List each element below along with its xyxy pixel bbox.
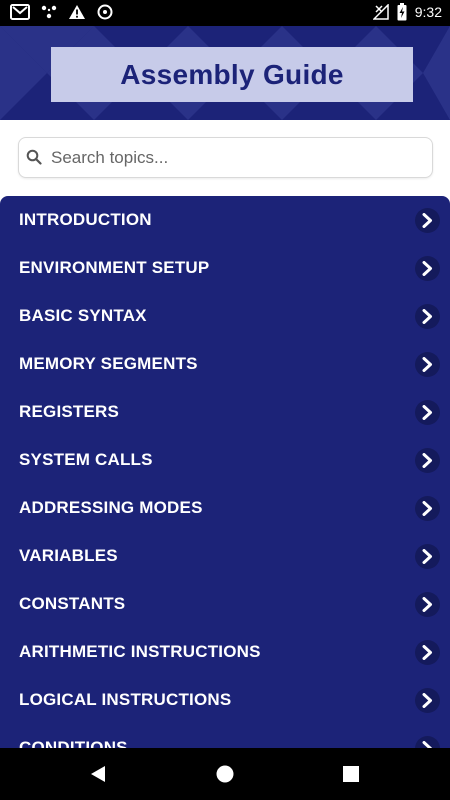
search-icon: [26, 149, 42, 170]
back-icon[interactable]: [89, 764, 107, 789]
topic-label: INTRODUCTION: [19, 210, 152, 229]
navigation-bar: [0, 748, 450, 800]
chevron-right-icon[interactable]: [415, 352, 440, 377]
topic-label: MEMORY SEGMENTS: [19, 354, 198, 373]
topic-item[interactable]: MEMORY SEGMENTS: [0, 340, 450, 388]
chevron-right-icon[interactable]: [415, 256, 440, 281]
topic-item[interactable]: CONSTANTS: [0, 580, 450, 628]
topic-label: CONDITIONS: [19, 738, 128, 748]
chevron-right-icon[interactable]: [415, 208, 440, 233]
chevron-right-icon[interactable]: [415, 544, 440, 569]
chevron-right-icon[interactable]: [415, 640, 440, 665]
signal-dots-icon: [40, 3, 58, 21]
topic-item[interactable]: INTRODUCTION: [0, 196, 450, 244]
chevron-right-icon[interactable]: [415, 400, 440, 425]
gmail-icon: [10, 4, 30, 20]
chevron-right-icon[interactable]: [415, 448, 440, 473]
sync-icon: [96, 3, 114, 21]
chevron-right-icon[interactable]: [415, 496, 440, 521]
home-icon[interactable]: [215, 764, 235, 789]
topic-item[interactable]: BASIC SYNTAX: [0, 292, 450, 340]
no-signal-icon: [372, 4, 389, 20]
recents-icon[interactable]: [342, 765, 360, 788]
topic-item[interactable]: REGISTERS: [0, 388, 450, 436]
warning-icon: [68, 4, 86, 20]
topic-label: ADDRESSING MODES: [19, 498, 203, 517]
topic-label: ARITHMETIC INSTRUCTIONS: [19, 642, 261, 661]
topic-label: SYSTEM CALLS: [19, 450, 153, 469]
app-title: Assembly Guide: [120, 58, 344, 90]
topic-label: LOGICAL INSTRUCTIONS: [19, 690, 232, 709]
topic-list: INTRODUCTION ENVIRONMENT SETUP BASIC SYNTA…: [0, 196, 450, 748]
chevron-right-icon[interactable]: [415, 304, 440, 329]
topic-item[interactable]: SYSTEM CALLS: [0, 436, 450, 484]
topic-item[interactable]: VARIABLES: [0, 532, 450, 580]
topic-item[interactable]: LOGICAL INSTRUCTIONS: [0, 676, 450, 724]
topic-item[interactable]: CONDITIONS: [0, 724, 450, 748]
chevron-right-icon[interactable]: [415, 736, 440, 748]
status-bar: 9:32: [0, 0, 450, 26]
search-input[interactable]: [49, 145, 423, 171]
topic-label: REGISTERS: [19, 402, 120, 421]
topic-label: VARIABLES: [19, 546, 118, 565]
chevron-right-icon[interactable]: [415, 592, 440, 617]
clock: 9:32: [414, 4, 442, 20]
topic-label: BASIC SYNTAX: [19, 306, 147, 325]
search-box[interactable]: [18, 137, 433, 178]
topic-label: CONSTANTS: [19, 594, 126, 613]
topic-item[interactable]: ADDRESSING MODES: [0, 484, 450, 532]
topic-item[interactable]: ARITHMETIC INSTRUCTIONS: [0, 628, 450, 676]
chevron-right-icon[interactable]: [415, 688, 440, 713]
topic-item[interactable]: ENVIRONMENT SETUP: [0, 244, 450, 292]
title-banner: Assembly Guide: [51, 47, 413, 102]
battery-charging-icon: [397, 3, 407, 21]
topic-label: ENVIRONMENT SETUP: [19, 258, 210, 277]
